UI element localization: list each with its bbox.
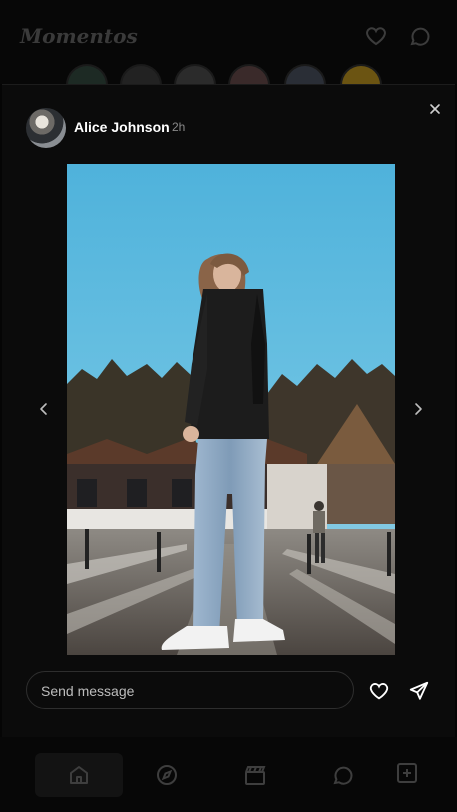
app-logo[interactable]: Momentos bbox=[20, 24, 138, 48]
bottom-nav bbox=[0, 737, 457, 812]
clapperboard-icon[interactable] bbox=[243, 763, 267, 787]
app-root: Momentos Alice Johnson 2h bbox=[0, 0, 457, 812]
message-field[interactable] bbox=[26, 671, 354, 710]
compass-icon[interactable] bbox=[155, 763, 179, 787]
avatar[interactable] bbox=[26, 108, 66, 148]
heart-icon[interactable] bbox=[368, 680, 390, 702]
message-input[interactable] bbox=[39, 672, 343, 710]
story-username[interactable]: Alice Johnson bbox=[74, 119, 170, 135]
send-icon[interactable] bbox=[408, 680, 430, 702]
chat-bubble-icon[interactable] bbox=[331, 763, 355, 787]
plus-square-icon[interactable] bbox=[395, 761, 419, 785]
home-icon[interactable] bbox=[67, 763, 91, 787]
chevron-right-icon[interactable] bbox=[410, 400, 426, 418]
chat-bubble-icon[interactable] bbox=[408, 24, 432, 48]
top-bar: Momentos bbox=[0, 0, 457, 104]
story-photo bbox=[67, 164, 395, 655]
stories-strip bbox=[60, 66, 420, 104]
close-icon[interactable] bbox=[426, 100, 444, 118]
heart-icon[interactable] bbox=[364, 24, 388, 48]
chevron-left-icon[interactable] bbox=[36, 400, 52, 418]
story-timestamp: 2h bbox=[172, 120, 186, 134]
